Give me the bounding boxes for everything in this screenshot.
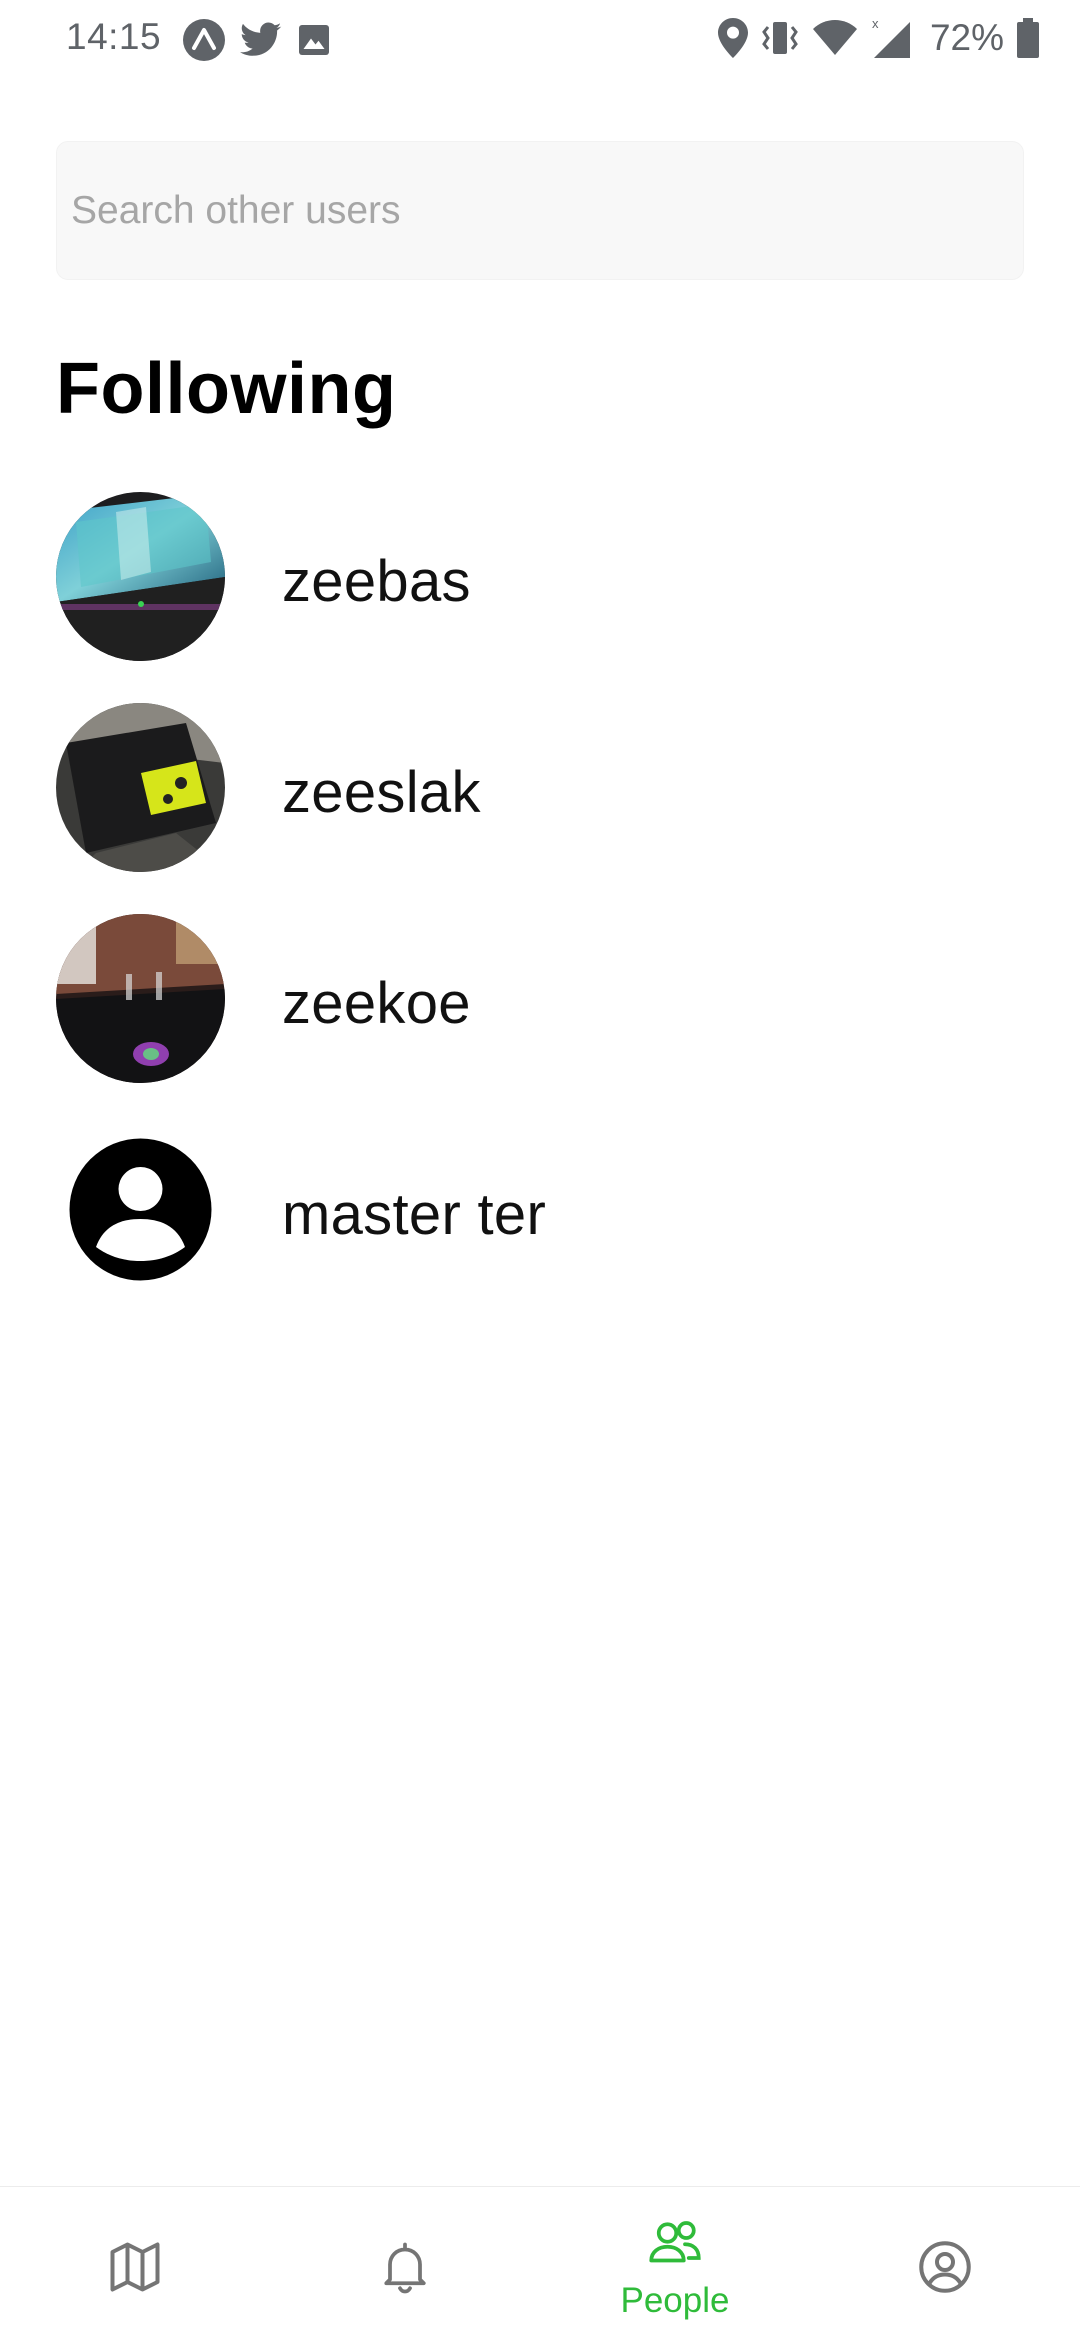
avatar [56,492,225,661]
battery-percent: 72% [929,17,1004,58]
search-box [56,141,1024,280]
status-system-icons: x 72% [717,16,1040,60]
bell-icon [375,2237,435,2302]
expo-icon [182,18,226,62]
wifi-icon [812,19,858,57]
username: master ter [282,1182,547,1247]
status-bar: 14:15 x 72% [0,0,1080,80]
status-time: 14:15 [66,16,162,57]
nav-item-map[interactable] [0,2187,270,2341]
nav-label-people: People [620,2281,730,2320]
list-item[interactable]: zeebas [56,492,1024,703]
cell-signal-icon: x [870,16,912,60]
nav-item-profile[interactable] [810,2187,1080,2341]
list-item[interactable]: zeeslak [56,703,1024,914]
nav-item-people[interactable]: People [540,2187,810,2341]
location-icon [717,18,748,58]
avatar [56,914,225,1083]
twitter-icon [240,22,282,58]
image-icon [296,22,332,58]
following-title: Following [56,349,397,429]
status-notification-icons [182,18,332,62]
people-icon [645,2213,705,2278]
avatar [56,703,225,872]
battery-icon [1016,18,1040,58]
bottom-navigation: People [0,2186,1080,2341]
map-icon [105,2237,165,2302]
following-list: zeebas zeeslak zeekoe master ter [56,492,1024,1336]
username: zeebas [282,549,471,614]
list-item[interactable]: master ter [56,1125,1024,1336]
account-circle-icon [915,2237,975,2302]
username: zeeslak [282,760,481,825]
default-user-icon [56,1125,225,1294]
search-input[interactable] [71,142,1001,279]
nav-item-notifications[interactable] [270,2187,540,2341]
vibrate-icon [760,19,800,57]
list-item[interactable]: zeekoe [56,914,1024,1125]
svg-text:x: x [872,16,879,31]
username: zeekoe [282,971,471,1036]
